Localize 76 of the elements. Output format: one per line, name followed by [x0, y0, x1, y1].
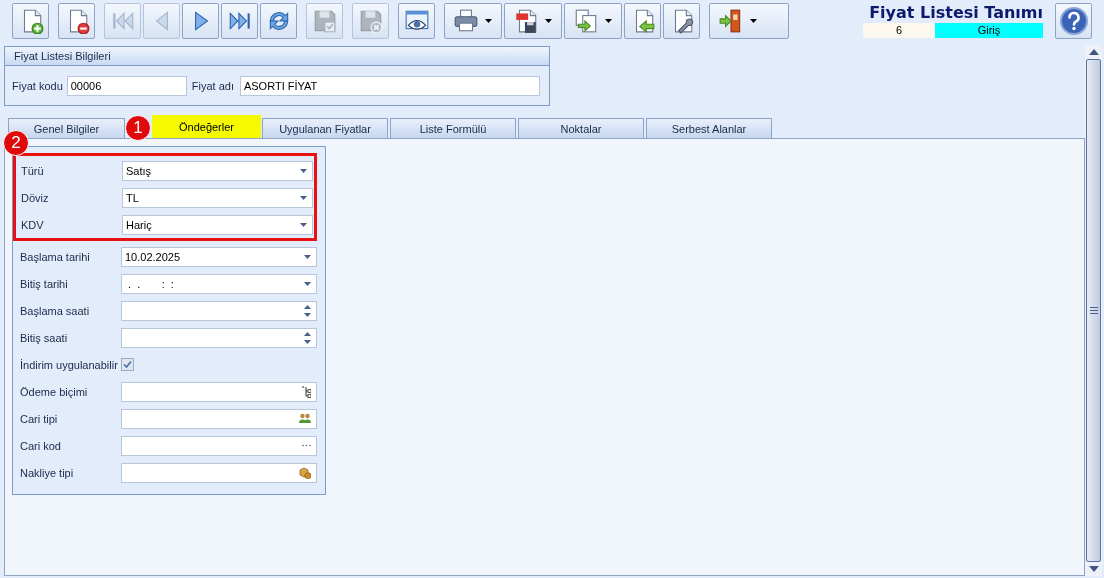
toolbar-button[interactable] [398, 3, 435, 39]
dropdown-field[interactable]: Satış [122, 160, 313, 181]
step-marker: 1 [125, 115, 151, 141]
field-label: KDV [21, 218, 45, 231]
time-field[interactable] [121, 327, 317, 348]
tab[interactable]: Uygulanan Fiyatlar [262, 118, 388, 138]
vertical-scrollbar[interactable] [1085, 45, 1102, 576]
dropdown-field[interactable]: Hariç [122, 214, 313, 235]
toolbar-button[interactable] [624, 3, 661, 39]
tab[interactable]: Serbest Alanlar [646, 118, 772, 138]
dropdown-arrow-icon[interactable] [300, 168, 307, 173]
mode-indicator: Giriş [935, 23, 1043, 38]
field-label: Başlama tarihi [20, 250, 91, 263]
printer-icon [453, 8, 479, 34]
dropdown-field[interactable]: . . : : [121, 273, 317, 294]
spin-arrows-icon[interactable] [304, 331, 311, 344]
field-label: İndirim uygulanabilir [20, 358, 119, 371]
help-button[interactable] [1055, 3, 1092, 39]
dropdown-arrow-icon[interactable] [300, 195, 307, 200]
time-field[interactable] [121, 300, 317, 321]
dropdown-arrow-icon[interactable] [304, 254, 311, 259]
record-number: 6 [863, 23, 935, 38]
field-label: Döviz [21, 191, 50, 204]
text-field[interactable]: 00006 [66, 76, 187, 96]
toolbar-button[interactable] [260, 3, 297, 39]
field-label: Türü [21, 164, 45, 177]
field-label: Cari tipi [20, 412, 59, 425]
toolbar-button[interactable] [504, 3, 562, 39]
ellipsis-icon [302, 444, 311, 447]
help-icon [1058, 6, 1089, 36]
step-marker: 2 [3, 130, 29, 156]
caret-icon [605, 19, 612, 23]
panel-title: Fiyat Listesi Bilgileri [5, 47, 549, 66]
text-field[interactable]: ASORTI FİYAT [239, 76, 540, 96]
field-label: Nakliye tipi [20, 466, 75, 479]
tab[interactable]: Liste Formülü [390, 118, 516, 138]
toolbar-button[interactable] [564, 3, 622, 39]
scroll-thumb[interactable] [1086, 59, 1101, 562]
toolbar-button[interactable] [663, 3, 700, 39]
scroll-down-icon[interactable] [1088, 566, 1099, 572]
documents-arrow-icon [573, 8, 599, 34]
tab[interactable]: Noktalar [518, 118, 644, 138]
tree-icon [301, 385, 311, 398]
lookup-field[interactable] [121, 381, 317, 402]
dropdown-arrow-icon[interactable] [300, 222, 307, 227]
field-label: Bitiş saati [20, 331, 69, 344]
lookup-field[interactable] [121, 462, 317, 483]
spin-arrows-icon[interactable] [304, 304, 311, 317]
tab[interactable]: Öndeğerler [152, 115, 261, 138]
boxes-icon [299, 466, 311, 479]
toolbar-button[interactable] [221, 3, 258, 39]
field-label: Cari kod [20, 439, 62, 452]
caret-icon [750, 19, 757, 23]
dropdown-field[interactable]: TL [122, 187, 313, 208]
toolbar-button[interactable] [12, 3, 49, 39]
checkbox[interactable] [121, 358, 134, 371]
caret-icon [485, 19, 492, 23]
field-label: Ödeme biçimi [20, 385, 89, 398]
people-icon [299, 413, 311, 424]
field-label: Başlama saati [20, 304, 91, 317]
lookup-field[interactable] [121, 408, 317, 429]
dropdown-arrow-icon[interactable] [304, 281, 311, 286]
toolbar-button[interactable] [182, 3, 219, 39]
grip-icon [1089, 307, 1098, 314]
toolbar-button[interactable] [58, 3, 95, 39]
form-title: Fiyat Listesi Tanımı [869, 3, 1043, 23]
lookup-field[interactable] [121, 435, 317, 456]
toolbar-button[interactable] [709, 3, 789, 39]
field-label: Bitiş tarihi [20, 277, 69, 290]
field-label: Fiyat adı [191, 80, 234, 92]
scroll-up-icon[interactable] [1088, 49, 1099, 55]
pdf-floppy-icon [513, 8, 539, 34]
toolbar-button[interactable] [444, 3, 502, 39]
field-label: Fiyat kodu [12, 80, 63, 92]
dropdown-field[interactable]: 10.02.2025 [121, 246, 317, 267]
caret-icon [545, 19, 552, 23]
